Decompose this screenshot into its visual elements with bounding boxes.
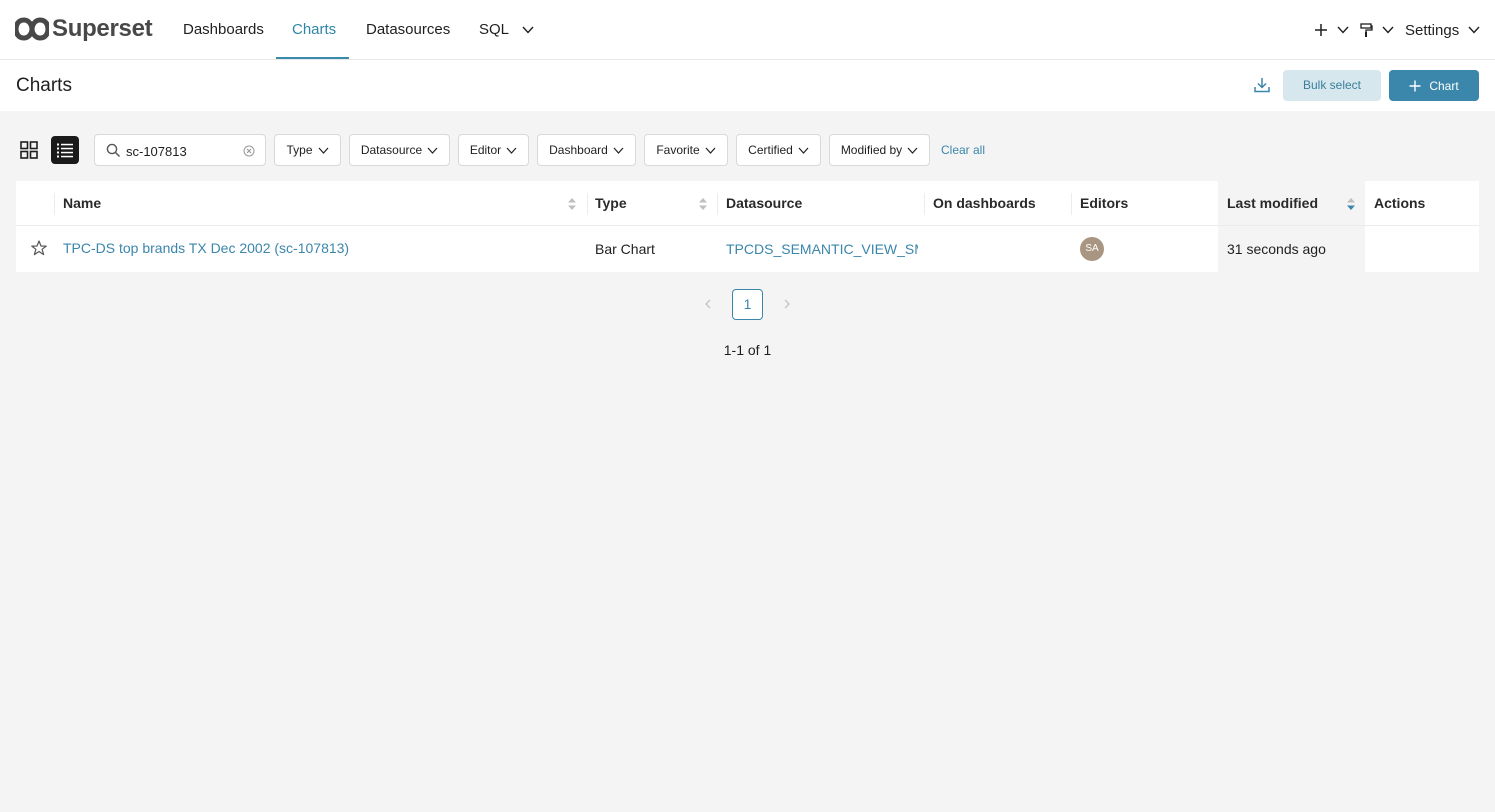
list-icon — [57, 143, 73, 158]
search-input[interactable] — [126, 141, 236, 161]
chevron-down-icon — [613, 147, 624, 154]
search-icon — [106, 143, 121, 158]
clear-all-link[interactable]: Clear all — [941, 143, 985, 157]
column-header-last-modified-label: Last modified — [1227, 195, 1319, 211]
filter-type[interactable]: Type — [274, 134, 341, 166]
grid-icon — [20, 141, 38, 159]
column-header-last-modified[interactable]: Last modified — [1227, 181, 1357, 226]
plus-icon — [1409, 80, 1421, 91]
chevron-down-icon — [1468, 26, 1480, 34]
filter-modified-by[interactable]: Modified by — [829, 134, 930, 166]
column-header-type[interactable]: Type — [595, 181, 705, 226]
chevron-down-icon — [1337, 26, 1349, 34]
sort-icon[interactable] — [567, 197, 577, 211]
superset-logo-text: Superset — [52, 15, 153, 42]
filter-modified-by-label: Modified by — [840, 143, 903, 157]
filter-datasource-label: Datasource — [360, 143, 423, 157]
list-view-toggle[interactable] — [51, 136, 79, 164]
column-divider — [54, 193, 55, 215]
nav-datasources[interactable]: Datasources — [366, 0, 450, 60]
filter-favorite-label: Favorite — [656, 143, 700, 157]
chevron-down-icon — [427, 147, 438, 154]
chevron-down-icon — [798, 147, 809, 154]
prev-page-icon[interactable] — [701, 296, 715, 312]
settings-menu[interactable]: Settings — [1405, 0, 1480, 60]
sort-descending-icon[interactable] — [1346, 197, 1356, 211]
chart-type: Bar Chart — [595, 241, 655, 257]
filter-certified[interactable]: Certified — [736, 134, 821, 166]
nav-charts[interactable]: Charts — [292, 0, 336, 60]
column-header-editors: Editors — [1080, 195, 1129, 211]
chevron-down-icon — [318, 147, 328, 154]
column-divider — [1071, 193, 1072, 215]
settings-label: Settings — [1405, 21, 1460, 39]
superset-logo-icon — [15, 17, 49, 41]
page-title: Charts — [16, 75, 72, 96]
card-view-toggle[interactable] — [15, 136, 43, 164]
filter-datasource[interactable]: Datasource — [349, 134, 450, 166]
filter-dashboard[interactable]: Dashboard — [537, 134, 636, 166]
plus-icon — [1315, 24, 1327, 36]
add-chart-button[interactable]: Chart — [1389, 70, 1479, 101]
column-header-on-dashboards: On dashboards — [933, 195, 1036, 211]
page-1-button[interactable]: 1 — [732, 289, 763, 320]
download-icon[interactable] — [1253, 76, 1271, 94]
filter-certified-label: Certified — [748, 143, 793, 157]
column-divider — [717, 193, 718, 215]
chevron-down-icon — [705, 147, 716, 154]
editor-avatar[interactable]: SA — [1080, 237, 1104, 261]
chevron-down-icon — [522, 26, 534, 34]
chevron-down-icon — [506, 147, 517, 154]
column-header-actions: Actions — [1374, 195, 1426, 211]
chevron-down-icon — [1382, 26, 1394, 34]
nav-sql[interactable]: SQL — [479, 0, 534, 60]
sort-icon[interactable] — [698, 197, 708, 211]
clear-search-icon[interactable] — [243, 145, 255, 157]
column-header-datasource: Datasource — [726, 195, 803, 211]
top-navbar: Superset Dashboards Charts Datasources S… — [0, 0, 1495, 60]
new-menu[interactable] — [1314, 0, 1349, 60]
active-tab-indicator — [276, 57, 349, 59]
chart-name-link[interactable]: TPC-DS top brands TX Dec 2002 (sc-107813… — [63, 225, 349, 271]
paint-roller-icon — [1360, 22, 1373, 37]
theme-menu[interactable] — [1360, 0, 1394, 60]
next-page-icon[interactable] — [780, 296, 794, 312]
column-divider — [587, 193, 588, 215]
column-header-type-label: Type — [595, 195, 627, 211]
filter-favorite[interactable]: Favorite — [644, 134, 728, 166]
pagination-summary: 1-1 of 1 — [723, 342, 772, 358]
filter-type-label: Type — [286, 143, 313, 157]
column-header-name-label: Name — [63, 195, 102, 211]
nav-sql-label: SQL — [479, 21, 509, 38]
charts-table: Name Type Datasource On dashboards Edito… — [16, 181, 1479, 272]
favorite-star-icon[interactable] — [31, 240, 47, 256]
chart-last-modified: 31 seconds ago — [1227, 241, 1326, 257]
filter-editor-label: Editor — [469, 143, 502, 157]
add-chart-label: Chart — [1429, 78, 1459, 93]
search-box — [94, 134, 266, 166]
filter-editor[interactable]: Editor — [458, 134, 529, 166]
bulk-select-button[interactable]: Bulk select — [1283, 70, 1381, 101]
page-header: Charts Bulk select Chart — [0, 60, 1495, 111]
chevron-down-icon — [907, 147, 918, 154]
column-header-name[interactable]: Name — [63, 181, 583, 226]
chart-datasource-link[interactable]: TPCDS_SEMANTIC_VIEW_SM — [726, 226, 918, 272]
filter-dashboard-label: Dashboard — [549, 143, 608, 157]
column-divider — [924, 193, 925, 215]
nav-dashboards[interactable]: Dashboards — [183, 0, 264, 60]
superset-logo[interactable]: Superset — [15, 15, 153, 42]
